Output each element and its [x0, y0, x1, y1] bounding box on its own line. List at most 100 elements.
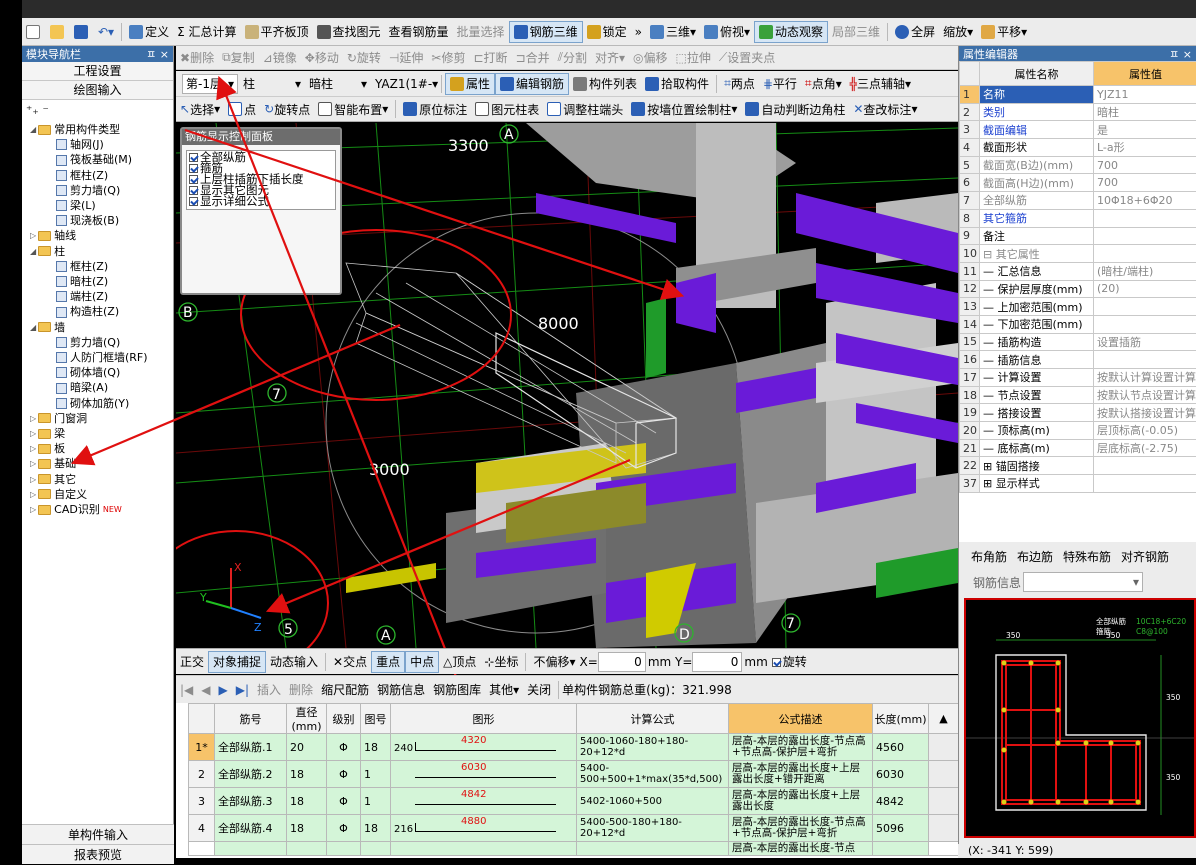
bar-name[interactable]: 全部纵筋.2 [215, 761, 287, 788]
table-cell[interactable] [391, 842, 577, 856]
table-cell[interactable] [287, 842, 327, 856]
rotate-checkbox[interactable] [772, 658, 781, 667]
table-cell[interactable] [327, 842, 361, 856]
type-select[interactable]: 暗柱▾ [306, 74, 370, 94]
property-row[interactable]: 19— 搭接设置按默认搭接设置计算 [960, 404, 1196, 422]
property-value[interactable] [1094, 227, 1196, 245]
property-value[interactable]: 700 [1094, 156, 1196, 174]
tree-item[interactable]: 暗梁(A) [22, 380, 173, 395]
property-value[interactable]: L-a形 [1094, 139, 1196, 157]
tree-item[interactable]: ◢ 墙 [22, 320, 173, 335]
tree-item[interactable]: 框柱(Z) [22, 259, 173, 274]
bar-diameter[interactable]: 18 [287, 788, 327, 815]
auto-edge-column-button[interactable]: 自动判断边角柱 [741, 98, 849, 120]
offset-button[interactable]: ◎偏移 [629, 47, 672, 69]
bar-shape[interactable]: 4842 [391, 788, 577, 815]
property-value[interactable]: 700 [1094, 174, 1196, 192]
table-cell[interactable] [189, 842, 215, 856]
table-cell[interactable] [929, 842, 959, 856]
table-scrollbar[interactable] [929, 761, 959, 788]
bar-name[interactable]: 全部纵筋.1 [215, 734, 287, 761]
property-row[interactable]: 9备注 [960, 227, 1196, 245]
property-row[interactable]: 22⊞ 锚固搭接 [960, 457, 1196, 475]
expand-arrow-icon[interactable]: ▷ [30, 502, 36, 517]
table-scrollbar[interactable] [929, 815, 959, 842]
tree-item[interactable]: ◢ 柱 [22, 244, 173, 259]
property-row[interactable]: 18— 节点设置按默认节点设置计算 [960, 386, 1196, 404]
batch-select-button[interactable]: 批量选择 [453, 21, 509, 43]
zoom-button[interactable]: 缩放▾ [939, 21, 977, 43]
bar-formula[interactable]: 5400-1060-180+180-20+12*d [577, 734, 729, 761]
bar-formula[interactable]: 5400-500-180+180-20+12*d [577, 815, 729, 842]
find-element-button[interactable]: 查找图元 [313, 21, 385, 43]
three-point-axis-button[interactable]: ╬三点辅轴▾ [846, 73, 915, 95]
tree-item[interactable]: ▷ 自定义 [22, 487, 173, 502]
bar-formula[interactable]: 5400-500+500+1*max(35*d,500) [577, 761, 729, 788]
rebar-3d-button[interactable]: 钢筋三维 [509, 21, 583, 43]
bar-figure-no[interactable]: 1 [361, 788, 391, 815]
property-row[interactable]: 8其它箍筋 [960, 209, 1196, 227]
table-row[interactable]: 1*全部纵筋.120Φ1824043205400-1060-180+180-20… [189, 734, 959, 761]
table-scrollbar-head[interactable]: ▲ [929, 704, 959, 734]
rebar-info-select[interactable]: ▾ [1023, 572, 1143, 592]
property-pin-close[interactable]: ㅍ × [1169, 46, 1192, 62]
bar-figure-no[interactable]: 18 [361, 815, 391, 842]
property-value[interactable]: 层底标高(-2.75) [1094, 439, 1196, 457]
adjust-column-end-button[interactable]: 调整柱端头 [543, 98, 627, 120]
bar-grade[interactable]: Φ [327, 761, 361, 788]
property-row[interactable]: 15— 插筋构造设置插筋 [960, 333, 1196, 351]
bar-name[interactable]: 全部纵筋.3 [215, 788, 287, 815]
property-value[interactable] [1094, 457, 1196, 475]
trim-button[interactable]: ✂修剪 [427, 47, 469, 69]
coordinate-toggle[interactable]: ⊹坐标 [480, 651, 522, 673]
property-value[interactable]: 设置插筋 [1094, 333, 1196, 351]
delete-button[interactable]: ✖删除 [176, 47, 218, 69]
break-button[interactable]: ⊏打断 [469, 47, 511, 69]
table-scrollbar[interactable] [929, 734, 959, 761]
tree-item[interactable]: 梁(L) [22, 198, 173, 213]
prev-record-button[interactable]: ◀ [197, 679, 214, 701]
lock-button[interactable]: 锁定 [583, 21, 631, 43]
property-row[interactable]: 16— 插筋信息 [960, 351, 1196, 369]
property-value[interactable]: 按默认搭接设置计算 [1094, 404, 1196, 422]
more-topbar[interactable]: » [631, 21, 646, 43]
property-row[interactable]: 2类别暗柱 [960, 103, 1196, 121]
tree-item[interactable]: 轴网(J) [22, 137, 173, 152]
bar-length[interactable]: 6030 [873, 761, 929, 788]
bar-formula-desc[interactable]: 层高-本层的露出长度-节点高+节点高-保护层+弯折 [729, 815, 873, 842]
tree-item[interactable]: 剪力墙(Q) [22, 183, 173, 198]
fullscreen-button[interactable]: 全屏 [891, 21, 939, 43]
last-record-button[interactable]: ▶| [232, 679, 253, 701]
midpoint-toggle[interactable]: 中点 [405, 651, 439, 673]
delete-row-button[interactable]: 删除 [285, 679, 317, 701]
row-number[interactable]: 3 [189, 788, 215, 815]
inplace-annotate-button[interactable]: 原位标注 [399, 98, 471, 120]
rotate-point-button[interactable]: ↻旋转点 [260, 98, 314, 120]
table-cell[interactable] [577, 842, 729, 856]
property-value[interactable]: (20) [1094, 280, 1196, 298]
section-tab[interactable]: 对齐钢筋 [1121, 548, 1169, 565]
property-value[interactable] [1094, 475, 1196, 493]
dynamic-input-toggle[interactable]: 动态输入 [266, 651, 322, 673]
rotate-button[interactable]: ↻旋转 [343, 47, 385, 69]
tree-expand-collapse[interactable]: ⁺₊ ⁻ [22, 100, 173, 122]
property-value[interactable]: 层顶标高(-0.05) [1094, 422, 1196, 440]
table-cell[interactable] [361, 842, 391, 856]
single-component-input-button[interactable]: 单构件输入 [22, 824, 174, 844]
copy-button[interactable]: ⧉复制 [218, 47, 259, 69]
property-row[interactable]: 37⊞ 显示样式 [960, 475, 1196, 493]
vertex-toggle[interactable]: △顶点 [439, 651, 480, 673]
report-preview-button[interactable]: 报表预览 [22, 844, 174, 864]
rebar-option[interactable]: 显示详细公式 [189, 196, 333, 207]
local-3d-button[interactable]: 局部三维 [828, 21, 884, 43]
property-row[interactable]: 10⊟ 其它属性 [960, 245, 1196, 263]
expand-arrow-icon[interactable]: ▷ [30, 426, 36, 441]
property-value[interactable]: 暗柱 [1094, 103, 1196, 121]
bar-formula-desc[interactable]: 层高-本层的露出长度-节点高+节点高-保护层+弯折 [729, 734, 873, 761]
tree-item[interactable]: ▷ 板 [22, 441, 173, 456]
property-row[interactable]: 12— 保护层厚度(mm)(20) [960, 280, 1196, 298]
bar-formula-desc[interactable]: 层高-本层的露出长度+上层露出长度 [729, 788, 873, 815]
tree-item[interactable]: 端柱(Z) [22, 289, 173, 304]
checkbox-icon[interactable] [189, 175, 198, 184]
offset-mode-select[interactable]: 不偏移▾ [529, 651, 579, 673]
